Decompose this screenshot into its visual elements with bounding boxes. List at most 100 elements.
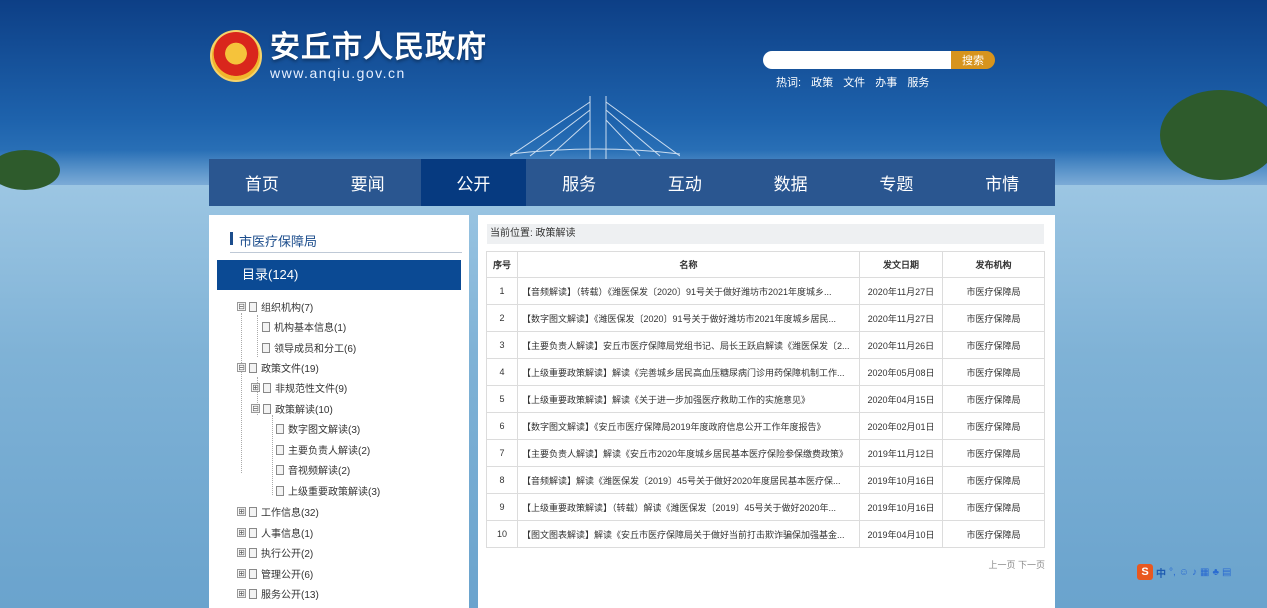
row-publisher: 市医疗保障局 (942, 439, 1045, 467)
nav-item-service[interactable]: 服务 (526, 159, 632, 206)
tree-node-service[interactable]: ⊞ 服务公开(13) (237, 586, 319, 601)
tree-node-leaders[interactable]: 领导成员和分工(6) (262, 340, 356, 355)
collapse-toggle-icon[interactable]: ⊟ (251, 404, 260, 413)
row-publisher: 市医疗保障局 (942, 277, 1045, 305)
hot-word-link[interactable]: 政策 (811, 77, 833, 89)
row-title-link[interactable]: 【音频解读】（转载）《潍医保发〔2020〕91号关于做好潍坊市2021年度城乡.… (517, 277, 860, 305)
expand-toggle-icon[interactable]: ⊞ (237, 569, 246, 578)
hot-word-link[interactable]: 服务 (907, 77, 929, 89)
folder-icon (263, 403, 271, 414)
table-row[interactable]: 8 【音频解读】解读《潍医保发〔2019〕45号关于做好2020年度居民基本医疗保… (486, 466, 1045, 494)
table-row[interactable]: 3 【主要负责人解读】安丘市医疗保障局党组书记、局长王跃启解读《潍医保发〔2...… (486, 331, 1045, 359)
tree-node-policy-docs[interactable]: ⊟ 政策文件(19) (237, 360, 319, 375)
nav-item-interaction[interactable]: 互动 (632, 159, 738, 206)
tree-node-digital-graphic[interactable]: 数字图文解读(3) (276, 421, 360, 436)
column-header: 发文日期 (859, 251, 943, 278)
row-title-link[interactable]: 【主要负责人解读】解读《安丘市2020年度城乡居民基本医疗保险参保缴费政策》 (517, 439, 860, 467)
row-publisher: 市医疗保障局 (942, 466, 1045, 494)
nav-item-news[interactable]: 要闻 (315, 159, 421, 206)
collapse-toggle-icon[interactable]: ⊟ (237, 302, 246, 311)
hot-word-link[interactable]: 办事 (875, 77, 897, 89)
row-publisher: 市医疗保障局 (942, 493, 1045, 521)
nav-item-data[interactable]: 数据 (738, 159, 844, 206)
table-row[interactable]: 4 【上级重要政策解读】解读《完善城乡居民高血压糖尿病门诊用药保障机制工作... 2… (486, 358, 1045, 386)
row-publisher: 市医疗保障局 (942, 331, 1045, 359)
row-title-link[interactable]: 【上级重要政策解读】解读《完善城乡居民高血压糖尿病门诊用药保障机制工作... (517, 358, 860, 386)
document-icon (276, 464, 284, 475)
row-index: 10 (486, 520, 518, 548)
tree-node-audio-video[interactable]: 音视频解读(2) (276, 462, 350, 477)
hot-word-link[interactable]: 文件 (843, 77, 865, 89)
search-bar: 搜索 (763, 51, 995, 69)
national-emblem-icon (210, 30, 262, 82)
row-title-link[interactable]: 【数字图文解读】《潍医保发〔2020〕91号关于做好潍坊市2021年度城乡居民.… (517, 304, 860, 332)
tree-line (272, 415, 273, 495)
hot-words-label: 热词: (776, 77, 802, 89)
tree-node-label: 服务公开(13) (261, 590, 319, 601)
table-row[interactable]: 9 【上级重要政策解读】（转载）解读《潍医保发〔2019〕45号关于做好2020年… (486, 493, 1045, 521)
nav-item-home[interactable]: 首页 (209, 159, 315, 206)
sidebar-title: 市医疗保障局 (230, 231, 462, 253)
tree-node-org[interactable]: ⊟ 组织机构(7) (237, 299, 313, 314)
collapse-toggle-icon[interactable]: ⊟ (237, 363, 246, 372)
expand-toggle-icon[interactable]: ⊞ (237, 589, 246, 598)
tree-node-agency-info[interactable]: 机构基本信息(1) (262, 319, 346, 334)
tree-node-management[interactable]: ⊞ 管理公开(6) (237, 566, 313, 581)
tree-node-label: 政策文件(19) (261, 364, 319, 375)
nav-item-topics[interactable]: 专题 (844, 159, 950, 206)
row-publisher: 市医疗保障局 (942, 358, 1045, 386)
table-row[interactable]: 2 【数字图文解读】《潍医保发〔2020〕91号关于做好潍坊市2021年度城乡居民… (486, 304, 1045, 332)
tree-node-label: 领导成员和分工(6) (274, 344, 357, 355)
ime-toolbar[interactable]: S 中 °, ☺ ♪ ▦ ♣ ▤ (1137, 564, 1231, 580)
row-title-link[interactable]: 【数字图文解读】《安丘市医疗保障局2019年度政府信息公开工作年度报告》 (517, 412, 860, 440)
menu-icon: ▤ (1222, 566, 1232, 578)
tree-node-personnel[interactable]: ⊞ 人事信息(1) (237, 525, 313, 540)
tree-node-label: 非规范性文件(9) (275, 384, 348, 395)
table-row[interactable]: 1 【音频解读】（转载）《潍医保发〔2020〕91号关于做好潍坊市2021年度城乡… (486, 277, 1045, 305)
row-title-link[interactable]: 【图文图表解读】解读《安丘市医疗保障局关于做好当前打击欺诈骗保加强基金... (517, 520, 860, 548)
expand-toggle-icon[interactable]: ⊞ (251, 383, 260, 392)
pagination[interactable]: 上一页 下一页 (988, 558, 1045, 571)
tree-node-superior-policy[interactable]: 上级重要政策解读(3) (276, 483, 380, 498)
policy-table: 序号 名称 发文日期 发布机构 1 【音频解读】（转载）《潍医保发〔2020〕91… (486, 251, 1045, 548)
table-row[interactable]: 7 【主要负责人解读】解读《安丘市2020年度城乡居民基本医疗保险参保缴费政策》 2… (486, 439, 1045, 467)
row-index: 7 (486, 439, 518, 467)
site-url: www.anqiu.gov.cn (270, 65, 406, 81)
tree-node-policy-interpretation[interactable]: ⊟ 政策解读(10) (251, 401, 333, 416)
table-row[interactable]: 10 【图文图表解读】解读《安丘市医疗保障局关于做好当前打击欺诈骗保加强基金...… (486, 520, 1045, 548)
row-date: 2019年10月16日 (859, 493, 943, 521)
tree-node-label: 政策解读(10) (275, 405, 333, 416)
expand-toggle-icon[interactable]: ⊞ (237, 548, 246, 557)
row-title-link[interactable]: 【音频解读】解读《潍医保发〔2019〕45号关于做好2020年度居民基本医疗保.… (517, 466, 860, 494)
row-title-link[interactable]: 【上级重要政策解读】解读《关于进一步加强医疗救助工作的实施意见》 (517, 385, 860, 413)
tree-node-label: 管理公开(6) (261, 570, 314, 581)
row-index: 9 (486, 493, 518, 521)
folder-icon (263, 382, 271, 393)
nav-item-public[interactable]: 公开 (420, 159, 527, 206)
expand-toggle-icon[interactable]: ⊞ (237, 528, 246, 537)
search-button[interactable]: 搜索 (951, 51, 995, 69)
directory-header[interactable]: 目录(124) (217, 260, 461, 290)
tree-node-label: 上级重要政策解读(3) (288, 487, 381, 498)
tree-node-execution[interactable]: ⊞ 执行公开(2) (237, 545, 313, 560)
search-input[interactable] (763, 51, 951, 69)
microphone-icon: ♪ (1192, 566, 1197, 578)
table-row[interactable]: 5 【上级重要政策解读】解读《关于进一步加强医疗救助工作的实施意见》 2020年04… (486, 385, 1045, 413)
row-title-link[interactable]: 【主要负责人解读】安丘市医疗保障局党组书记、局长王跃启解读《潍医保发〔2... (517, 331, 860, 359)
document-icon (276, 485, 284, 496)
tree-node-leader-interpretation[interactable]: 主要负责人解读(2) (276, 442, 370, 457)
row-publisher: 市医疗保障局 (942, 520, 1045, 548)
site-logo[interactable]: 安丘市人民政府 www.anqiu.gov.cn (210, 30, 487, 82)
table-row[interactable]: 6 【数字图文解读】《安丘市医疗保障局2019年度政府信息公开工作年度报告》 202… (486, 412, 1045, 440)
row-index: 1 (486, 277, 518, 305)
tree-node-work-info[interactable]: ⊞ 工作信息(32) (237, 504, 319, 519)
row-index: 6 (486, 412, 518, 440)
row-date: 2020年04月15日 (859, 385, 943, 413)
nav-item-city-info[interactable]: 市情 (949, 159, 1055, 206)
tree-node-nonstandard-docs[interactable]: ⊞ 非规范性文件(9) (251, 380, 347, 395)
row-index: 3 (486, 331, 518, 359)
row-date: 2019年11月12日 (859, 439, 943, 467)
table-header-row: 序号 名称 发文日期 发布机构 (486, 251, 1045, 278)
row-title-link[interactable]: 【上级重要政策解读】（转载）解读《潍医保发〔2019〕45号关于做好2020年.… (517, 493, 860, 521)
expand-toggle-icon[interactable]: ⊞ (237, 507, 246, 516)
